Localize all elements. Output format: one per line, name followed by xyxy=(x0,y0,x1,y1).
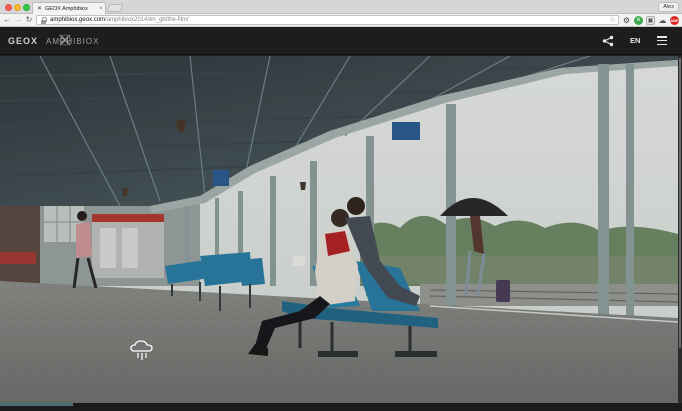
tab-title: GEOX Amphibiox xyxy=(45,5,88,12)
url-path: /amphibiox2014/en_gb/the-film/ xyxy=(105,17,189,23)
geox-favicon-icon: ✕ xyxy=(37,5,43,12)
adblock-extension-icon[interactable]: ABP xyxy=(670,16,679,25)
film-video-frame[interactable] xyxy=(0,56,678,403)
site-header: GEOX AMPHIBIOX EN xyxy=(0,27,682,55)
video-progress-bar[interactable] xyxy=(0,403,682,411)
url-text[interactable]: amphibiox.geox.com/amphibiox2014/en_gb/t… xyxy=(50,17,189,23)
rain-cloud-icon[interactable] xyxy=(128,338,156,362)
cloud-extension-icon[interactable]: ☁ xyxy=(658,16,667,25)
browser-tab[interactable]: ✕ GEOX Amphibiox × xyxy=(32,2,106,14)
reload-icon[interactable]: ↻ xyxy=(24,15,34,25)
bookmark-star-icon[interactable]: ☆ xyxy=(609,16,616,24)
browser-window: ✕ GEOX Amphibiox × Alex ← → ↻ amphibiox.… xyxy=(0,0,682,411)
new-tab-button[interactable] xyxy=(106,4,124,12)
shield-extension-icon[interactable]: ▣ xyxy=(646,16,655,25)
close-window-button[interactable] xyxy=(5,4,12,11)
geox-logo[interactable]: GEOX xyxy=(8,36,38,46)
back-arrow-icon[interactable]: ← xyxy=(2,15,12,25)
url-host: amphibiox.geox.com xyxy=(50,17,106,23)
video-progress-fill xyxy=(0,403,73,406)
scrollbar-thumb[interactable] xyxy=(679,58,681,348)
evernote-extension-icon[interactable]: e xyxy=(634,16,643,25)
amphibiox-logo[interactable]: AMPHIBIOX xyxy=(46,37,99,46)
tab-strip: ✕ GEOX Amphibiox × Alex xyxy=(0,0,682,14)
forward-arrow-icon[interactable]: → xyxy=(13,15,23,25)
address-bar[interactable]: amphibiox.geox.com/amphibiox2014/en_gb/t… xyxy=(36,15,619,25)
settings-gear-icon[interactable]: ⚙ xyxy=(622,16,631,25)
share-icon[interactable] xyxy=(602,35,614,47)
browser-toolbar: ← → ↻ amphibiox.geox.com/amphibiox2014/e… xyxy=(0,14,682,27)
hamburger-menu-icon[interactable] xyxy=(657,36,667,45)
profile-button[interactable]: Alex xyxy=(658,2,679,12)
minimize-window-button[interactable] xyxy=(14,4,21,11)
page-info-icon[interactable] xyxy=(40,16,47,24)
language-selector[interactable]: EN xyxy=(630,36,640,45)
tab-close-icon[interactable]: × xyxy=(97,6,105,12)
maximize-window-button[interactable] xyxy=(23,4,30,11)
